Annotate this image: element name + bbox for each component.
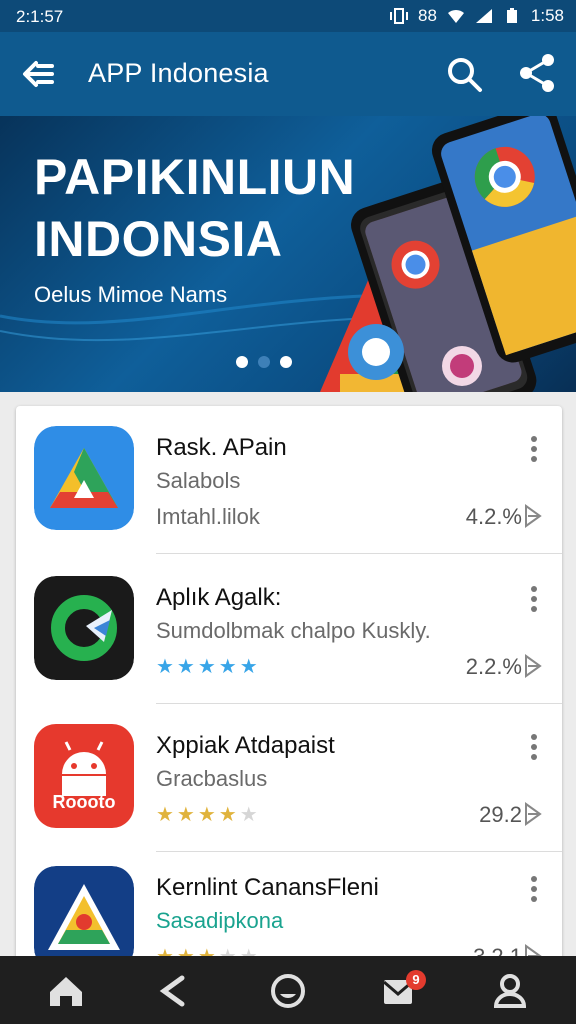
status-text: 88	[417, 6, 437, 25]
carousel-dot[interactable]	[236, 356, 248, 368]
app-icon	[34, 426, 134, 530]
notification-badge: 9	[406, 970, 426, 990]
wifi-icon	[447, 9, 464, 23]
search-icon[interactable]	[444, 54, 484, 94]
app-icon-text: Roooto	[52, 792, 116, 812]
profile-icon[interactable]	[488, 970, 532, 1012]
app-icon	[34, 576, 134, 680]
circle-icon[interactable]	[266, 970, 310, 1012]
more-vert-icon[interactable]	[524, 874, 544, 904]
app-name: Rask. APain	[156, 434, 287, 461]
app-list: Rask. APain Salabols Imtahl.lilok 4.2.% …	[16, 406, 562, 966]
more-vert-icon[interactable]	[524, 434, 544, 464]
carousel-dot[interactable]	[258, 356, 270, 368]
home-icon[interactable]	[44, 970, 88, 1012]
page-title: APP Indonesia	[88, 58, 269, 88]
app-icon: Roooto	[34, 724, 134, 828]
more-vert-icon[interactable]	[524, 584, 544, 614]
bottom-navigation: 9	[0, 956, 576, 1024]
list-item[interactable]: Kernlint CanansFleni Sasadipkona ★★★★★ 3…	[16, 846, 562, 966]
banner-headline-line-1: PAPIKINLIUN	[34, 149, 356, 205]
signal-icon	[475, 9, 492, 23]
carousel-indicator	[236, 356, 292, 368]
divider	[156, 553, 562, 554]
carousel-dot[interactable]	[280, 356, 292, 368]
banner-headline: PAPIKINLIUN INDONSIA	[34, 146, 355, 270]
app-detail: Imtahl.lilok	[156, 504, 260, 529]
app-name: Xppiak Atdapaist	[156, 732, 335, 759]
app-publisher: Sasadipkona	[156, 908, 284, 933]
list-item[interactable]: Rask. APain Salabols Imtahl.lilok 4.2.%	[16, 406, 562, 554]
banner-headline-line-2: INDONSIA	[34, 211, 283, 267]
app-name: Aplık Agalk:	[156, 584, 282, 611]
app-name: Kernlint CanansFleni	[156, 874, 379, 901]
app-stars: ★★★★★	[156, 804, 261, 826]
status-icons: 88 1:58	[389, 6, 564, 26]
app-rating: 2.2.%	[465, 654, 522, 679]
banner-subtitle: Oelus Mimoe Nams	[34, 282, 228, 307]
app-rating: 29.2	[479, 802, 522, 827]
list-item[interactable]: Aplık Agalk: Sumdolbmak chalpo Kuskly. ★…	[16, 556, 562, 704]
download-icon[interactable]	[522, 654, 544, 678]
download-icon[interactable]	[522, 802, 544, 826]
list-item[interactable]: Roooto Xppiak Atdapaist Gracbaslus ★★★★★…	[16, 704, 562, 852]
vibrate-icon	[389, 8, 408, 24]
back-arrow-icon[interactable]	[18, 56, 58, 92]
share-icon[interactable]	[516, 52, 558, 94]
promo-banner[interactable]: PAPIKINLIUN INDONSIA Oelus Mimoe Nams	[0, 116, 576, 392]
app-publisher: Salabols	[156, 468, 241, 493]
status-clock: 1:58	[530, 6, 564, 25]
app-icon	[34, 866, 134, 966]
status-time: 2:1:57	[16, 7, 64, 26]
status-bar: 2:1:57 88 1:58	[0, 0, 576, 32]
mail-button[interactable]: 9	[380, 970, 426, 1012]
app-description: Sumdolbmak chalpo Kuskly.	[156, 618, 431, 643]
app-publisher: Gracbaslus	[156, 766, 268, 791]
battery-icon	[506, 8, 517, 23]
back-nav-icon[interactable]	[152, 970, 196, 1012]
more-vert-icon[interactable]	[524, 732, 544, 762]
app-rating: 4.2.%	[465, 504, 522, 529]
download-icon[interactable]	[522, 504, 544, 528]
app-bar: APP Indonesia	[0, 32, 576, 116]
app-stars: ★★★★★	[156, 656, 261, 678]
